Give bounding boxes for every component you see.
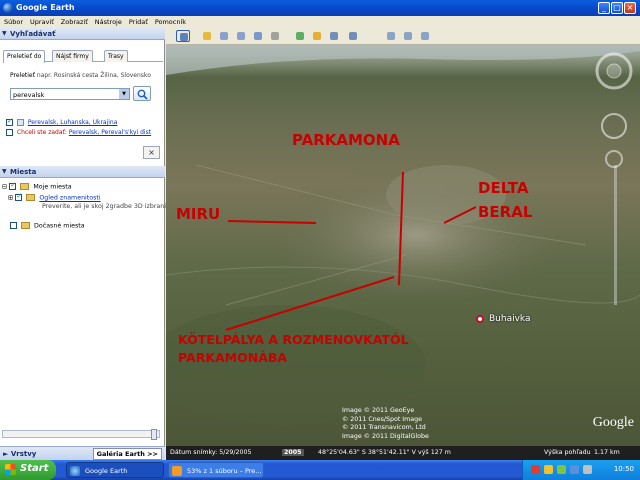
ruler-icon[interactable]: [346, 30, 360, 42]
annotation-delta: DELTA: [478, 179, 529, 197]
annotation-parkamonaba: PARKAMONÁBA: [178, 350, 288, 365]
search-input[interactable]: perevalsk ▼: [10, 88, 130, 100]
tree-temporary-places[interactable]: Dočasné miesta: [10, 222, 85, 230]
result-suggestion[interactable]: Chceli ste zadať: Perevalsk, Pereval's'k…: [6, 129, 151, 136]
tab-fly-to[interactable]: Preletieť do: [3, 50, 46, 63]
search-icon: [137, 89, 148, 100]
tree-sightseeing[interactable]: ⊞ Ogled znamenitosti: [8, 192, 101, 202]
print-icon[interactable]: [401, 30, 415, 42]
imagery-credits: Image © 2011 GeoEye © 2011 Cnes/Spot Ima…: [342, 407, 429, 440]
cursor-coordinates: 48°25'04.63" S 38°51'42.11" V výš 127 m: [318, 449, 451, 456]
planets-icon[interactable]: [327, 30, 341, 42]
window-title: Google Earth: [16, 3, 75, 12]
menu-bar: Súbor Upraviť Zobraziť Nástroje Pridať Pomocn…: [0, 16, 640, 28]
zoom-slider[interactable]: [614, 165, 617, 305]
toolbar: [166, 28, 640, 45]
google-earth-app-icon: [3, 3, 13, 13]
tab-directions[interactable]: Trasy: [104, 50, 128, 62]
suggestion-checkbox[interactable]: [6, 129, 13, 136]
email-icon[interactable]: [384, 30, 398, 42]
eye-altitude-label: Výška pohľadu: [544, 449, 591, 456]
tab-find-businesses[interactable]: Nájsť firmy: [52, 50, 93, 62]
sunlight-icon[interactable]: [310, 30, 324, 42]
eye-altitude-value: 1.17 km: [594, 449, 620, 456]
minimize-button[interactable]: _: [598, 2, 610, 14]
temporary-places-checkbox[interactable]: [10, 222, 17, 229]
place-label-buhaivka[interactable]: Buhaivka: [489, 314, 531, 324]
imagery-year[interactable]: 2005: [282, 449, 304, 456]
path-icon[interactable]: [234, 30, 248, 42]
menu-help[interactable]: Pomocník: [151, 16, 189, 26]
tray-icon[interactable]: [544, 465, 553, 474]
scrollbar-thumb[interactable]: [151, 429, 157, 440]
earth-map-view[interactable]: PARKAMONA DELTA BERAL MIRU KÖTELPÁLYA A …: [166, 45, 640, 446]
polygon-icon[interactable]: [217, 30, 231, 42]
menu-view[interactable]: Zobraziť: [57, 16, 91, 26]
annotation-miru: MIRU: [176, 205, 221, 223]
sidebar-toggle-icon[interactable]: [176, 30, 190, 42]
annotation-beral: BERAL: [478, 203, 533, 221]
sidebar: ▼ Vyhľadávať Preletieť do Nájsť firmy Tr…: [0, 28, 167, 460]
title-bar: Google Earth _ □ ×: [0, 0, 640, 16]
system-tray: 10:50: [522, 460, 640, 480]
result-checkbox[interactable]: [6, 117, 13, 126]
folder-icon: [21, 222, 31, 229]
maximize-button[interactable]: □: [611, 2, 623, 14]
clock: 10:50: [613, 465, 634, 473]
annotation-kotelpalya: KÖTELPÁLYA A ROZMENOVKATÓL: [178, 332, 409, 347]
image-overlay-icon[interactable]: [251, 30, 265, 42]
tray-icon[interactable]: [570, 465, 579, 474]
clear-results-button[interactable]: ×: [143, 146, 160, 159]
search-hint: Preletieť napr. Rosinská cesta Žilina, S…: [10, 72, 151, 79]
layers-bar: ► Vrstvy Galéria Earth >>: [0, 446, 165, 460]
search-button[interactable]: [133, 86, 151, 101]
taskbar-item-google-earth[interactable]: Google Earth: [66, 462, 164, 478]
google-earth-icon: [70, 466, 80, 476]
tray-icon[interactable]: [531, 465, 540, 474]
tree-expand-icon[interactable]: ⊟: [2, 184, 7, 191]
status-bar: Dátum snímky: 5/29/2005 2005 48°25'04.63…: [166, 446, 640, 460]
tree-expand-icon[interactable]: ⊞: [8, 195, 13, 202]
panel-scrollbar[interactable]: [2, 429, 160, 440]
historical-imagery-icon[interactable]: [293, 30, 307, 42]
windows-logo-icon: [5, 464, 16, 475]
search-tabs: Preletieť do Nájsť firmy Trasy: [3, 50, 163, 63]
google-logo: Google: [592, 415, 634, 430]
menu-add[interactable]: Pridať: [125, 16, 151, 26]
placemark-dot-icon[interactable]: [476, 315, 484, 323]
taskbar: Start Google Earth 53% z 1 súboru – Pre.…: [0, 460, 640, 480]
close-window-button[interactable]: ×: [624, 2, 636, 14]
tree-sightseeing-desc: Preverite, ali je skoj 2gradbe 3D izbran…: [42, 203, 167, 210]
menu-tools[interactable]: Nástroje: [91, 16, 125, 26]
tray-icon[interactable]: [557, 465, 566, 474]
layers-tab[interactable]: ► Vrstvy: [3, 450, 36, 458]
tree-my-places[interactable]: ⊟ Moje miesta: [2, 181, 72, 191]
earth-gallery-button[interactable]: Galéria Earth >>: [92, 448, 162, 460]
sightseeing-checkbox[interactable]: [15, 192, 23, 201]
tray-icon[interactable]: [583, 465, 592, 474]
placemark-icon[interactable]: [200, 30, 214, 42]
look-joystick-icon: [601, 113, 627, 139]
result-perevalsk[interactable]: Perevalsk, Luhanska, Ukrajina: [6, 117, 117, 126]
menu-edit[interactable]: Upraviť: [26, 16, 57, 26]
imagery-date: Dátum snímky: 5/29/2005: [170, 449, 252, 456]
firefox-download-icon: [172, 466, 182, 476]
view-in-maps-icon[interactable]: [418, 30, 432, 42]
chevron-down-icon[interactable]: ▼: [119, 89, 129, 99]
navigation-controls[interactable]: [594, 51, 634, 176]
record-tour-icon[interactable]: [268, 30, 282, 42]
taskbar-item-download[interactable]: 53% z 1 súboru – Pre...: [168, 462, 264, 478]
collapse-triangle-icon: ▼: [2, 168, 7, 175]
start-button[interactable]: Start: [0, 460, 56, 480]
folder-icon: [20, 183, 30, 190]
placemark-grid-icon: [16, 119, 24, 126]
places-section-header[interactable]: ▼ Miesta: [0, 166, 165, 178]
folder-icon: [26, 194, 36, 201]
my-places-checkbox[interactable]: [9, 181, 17, 190]
annotation-parkamona: PARKAMONA: [292, 131, 400, 149]
collapse-triangle-icon: ▼: [2, 30, 7, 37]
menu-file[interactable]: Súbor: [0, 16, 26, 26]
terrain-texture: [166, 45, 640, 425]
search-section-header[interactable]: ▼ Vyhľadávať: [0, 28, 165, 40]
